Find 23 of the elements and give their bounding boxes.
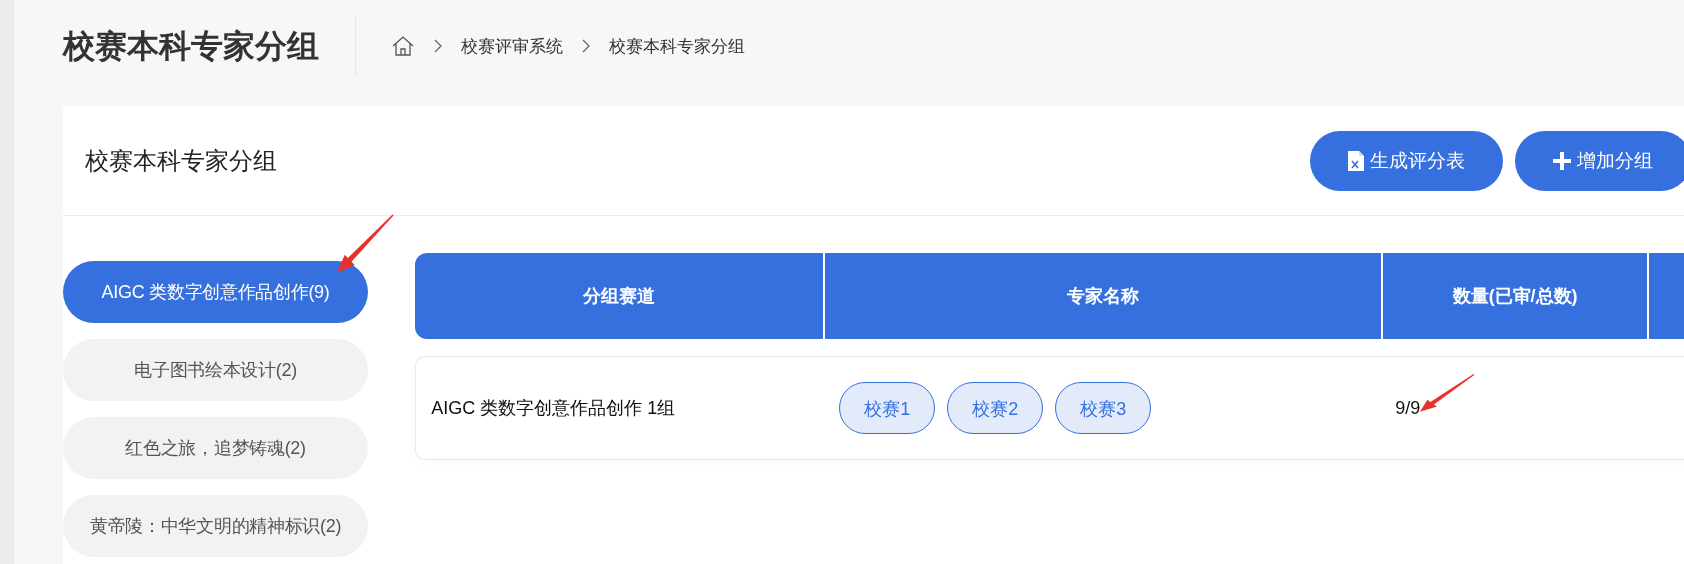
column-header: 数量(已审/总数) — [1383, 253, 1648, 339]
table-cell-text: AIGC 类数字创意作品创作 1组 — [431, 397, 676, 420]
excel-file-icon — [1348, 150, 1364, 171]
add-group-button[interactable]: 增加分组 — [1515, 130, 1684, 191]
chevron-icon — [581, 38, 591, 54]
breadcrumb-link[interactable]: 校赛评审系统 — [461, 34, 563, 58]
column-header: 专家名称 — [825, 253, 1382, 339]
home-icon[interactable] — [391, 34, 415, 58]
group-tab[interactable]: AIGC 类数字创意作品创作(9) — [63, 261, 369, 323]
page-title: 校赛本科专家分组 — [63, 15, 356, 77]
expert-tag: 校赛3 — [1055, 382, 1152, 434]
group-tab[interactable]: 电子图书绘本设计(2) — [63, 339, 369, 401]
group-tab[interactable]: 红色之旅，追梦铸魂(2) — [63, 417, 369, 479]
expert-tag: 校赛1 — [839, 382, 936, 434]
chevron-icon — [433, 38, 443, 54]
group-tab[interactable]: 黄帝陵：中华文明的精神标识(2) — [63, 495, 369, 557]
column-header: 分组赛道 — [415, 253, 824, 339]
plus-icon — [1553, 151, 1571, 170]
generate-button[interactable]: 生成评分表 — [1310, 130, 1503, 191]
breadcrumb-link[interactable]: 校赛本科专家分组 — [609, 34, 745, 58]
expert-tag: 校赛2 — [947, 382, 1044, 434]
card-title: 校赛本科专家分组 — [85, 145, 278, 176]
table-cell: 9/9 — [1395, 397, 1421, 418]
